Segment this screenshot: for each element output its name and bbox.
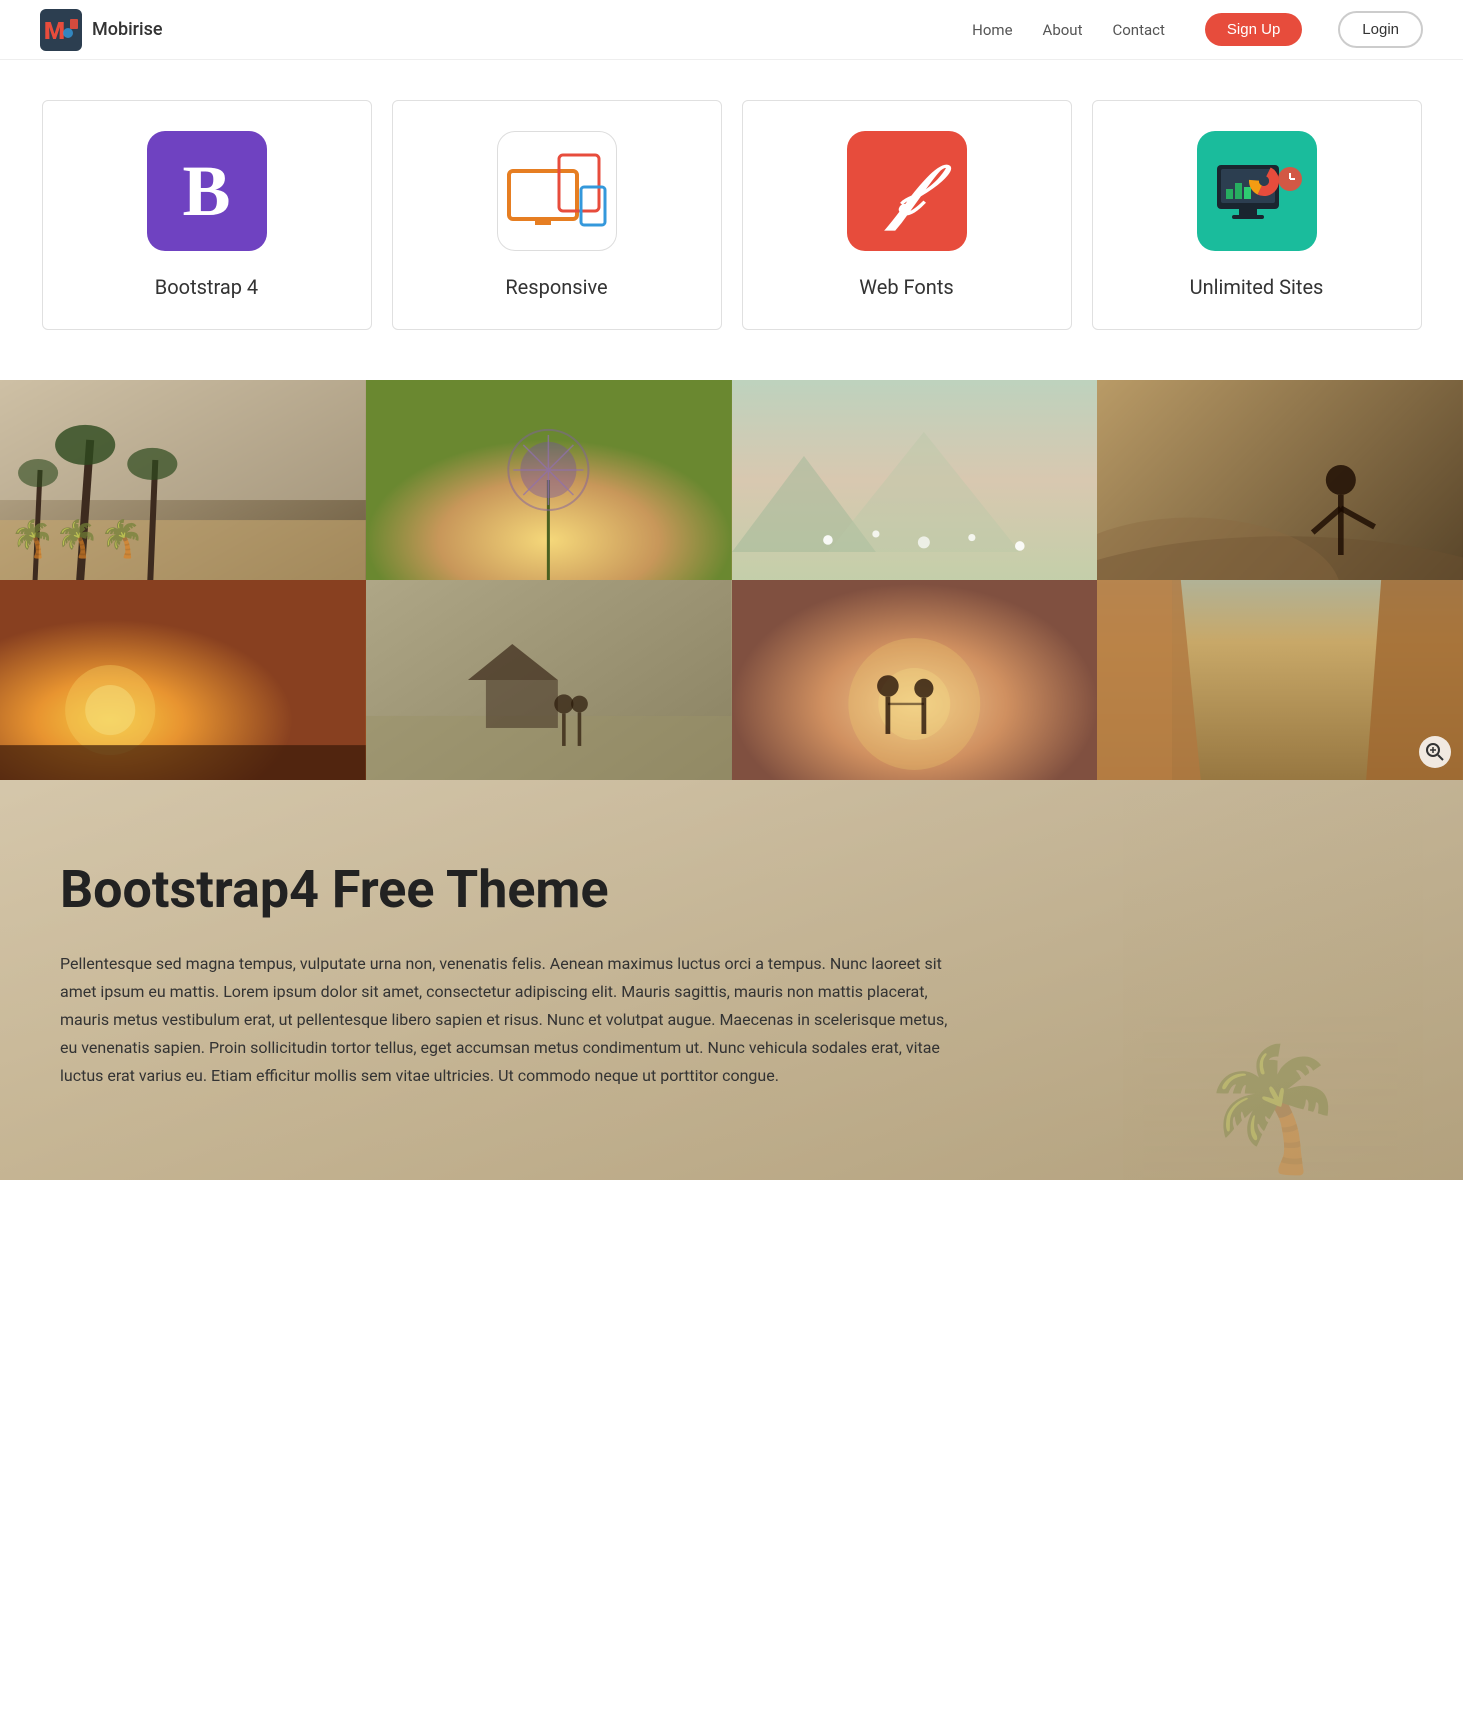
responsive-label: Responsive xyxy=(505,275,607,299)
feature-card-webfonts: 𝒻 Web Fonts xyxy=(742,100,1072,330)
logo[interactable]: M Mobirise xyxy=(40,9,163,51)
gallery-image-8 xyxy=(1097,580,1463,780)
bootstrap-icon-wrap: B xyxy=(147,131,267,251)
zoom-icon[interactable] xyxy=(1419,736,1451,768)
nav-link-home[interactable]: Home xyxy=(972,21,1012,39)
gallery-cell-3 xyxy=(732,380,1098,580)
content-inner: Bootstrap4 Free Theme Pellentesque sed m… xyxy=(60,860,960,1090)
gallery-cell-6 xyxy=(366,580,732,780)
nav-links: Home About Contact Sign Up Login xyxy=(972,11,1423,48)
bootstrap-icon: B xyxy=(182,155,230,227)
gallery-cell-8 xyxy=(1097,580,1463,780)
navbar: M Mobirise Home About Contact Sign Up Lo… xyxy=(0,0,1463,60)
signup-button[interactable]: Sign Up xyxy=(1205,13,1302,46)
webfonts-icon-wrap: 𝒻 xyxy=(847,131,967,251)
nav-link-contact[interactable]: Contact xyxy=(1112,21,1164,39)
unlimited-label: Unlimited Sites xyxy=(1190,275,1324,299)
palm-decoration: 🌴 xyxy=(1123,780,1423,1180)
gallery-image-4 xyxy=(1097,380,1463,580)
content-heading: Bootstrap4 Free Theme xyxy=(60,860,960,920)
gallery-image-7 xyxy=(732,580,1098,780)
content-body: Pellentesque sed magna tempus, vulputate… xyxy=(60,950,960,1090)
unlimited-icon-wrap xyxy=(1197,131,1317,251)
content-section: 🌴 Bootstrap4 Free Theme Pellentesque sed… xyxy=(0,780,1463,1180)
feature-card-bootstrap: B Bootstrap 4 xyxy=(42,100,372,330)
bootstrap-label: Bootstrap 4 xyxy=(155,275,258,299)
mobirise-logo-icon: M xyxy=(40,9,82,51)
gallery-cell-2 xyxy=(366,380,732,580)
zoom-icon-svg xyxy=(1425,742,1445,762)
gallery-image-2 xyxy=(366,380,732,580)
responsive-icon-wrap xyxy=(497,131,617,251)
webfonts-label: Web Fonts xyxy=(859,275,953,299)
svg-text:M: M xyxy=(44,17,65,45)
gallery-cell-4 xyxy=(1097,380,1463,580)
gallery-section xyxy=(0,380,1463,780)
gallery-cell-1 xyxy=(0,380,366,580)
feature-card-responsive: Responsive xyxy=(392,100,722,330)
gallery-image-3 xyxy=(732,380,1098,580)
login-button[interactable]: Login xyxy=(1338,11,1423,48)
features-section: B Bootstrap 4 Responsive xyxy=(0,60,1463,380)
responsive-devices-icon xyxy=(507,151,607,231)
nav-link-about[interactable]: About xyxy=(1043,21,1083,39)
gallery-cell-7 xyxy=(732,580,1098,780)
logo-text: Mobirise xyxy=(92,19,163,40)
gallery-cell-5 xyxy=(0,580,366,780)
gallery-image-1 xyxy=(0,380,366,580)
feature-card-unlimited: Unlimited Sites xyxy=(1092,100,1422,330)
gallery-image-5 xyxy=(0,580,366,780)
webfonts-icon: 𝒻 xyxy=(890,149,922,233)
unlimited-sites-icon xyxy=(1212,151,1302,231)
features-grid: B Bootstrap 4 Responsive xyxy=(42,100,1422,330)
gallery-image-6 xyxy=(366,580,732,780)
